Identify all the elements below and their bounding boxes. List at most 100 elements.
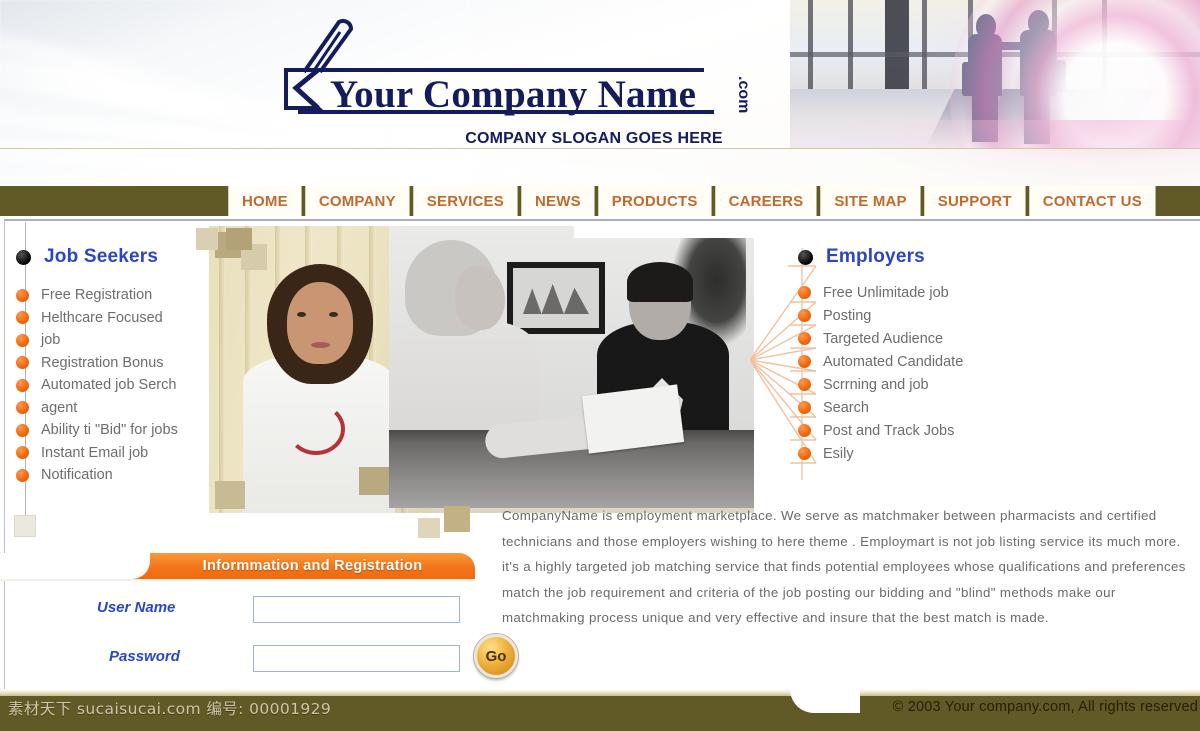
nav-item-company[interactable]: COMPANY bbox=[304, 186, 410, 216]
photo-white-gap bbox=[574, 226, 754, 238]
list-item[interactable]: Registration Bonus bbox=[16, 352, 216, 375]
nav-item-products[interactable]: PRODUCTS bbox=[597, 186, 712, 216]
bullet-orange-icon bbox=[798, 424, 811, 437]
pink-ring-graphic bbox=[950, 0, 1200, 148]
list-item[interactable]: Ability ti "Bid" for jobs bbox=[16, 419, 216, 442]
nav-item-list: HOME COMPANY SERVICES NEWS PRODUCTS CARE… bbox=[228, 186, 1159, 216]
username-label: User Name bbox=[97, 599, 176, 616]
logo-pen-icon bbox=[302, 18, 354, 74]
stethoscope-icon bbox=[287, 403, 345, 455]
stock-watermark: 素材天下 sucaisucai.com 编号: 00001929 bbox=[8, 700, 332, 718]
list-item-label: Search bbox=[823, 399, 869, 416]
left-spine-endcap bbox=[14, 515, 36, 537]
employers-heading: Employers bbox=[798, 246, 1128, 268]
list-item[interactable]: Automated job Serch bbox=[16, 374, 216, 397]
nav-item-news[interactable]: NEWS bbox=[520, 186, 595, 216]
employers-title: Employers bbox=[826, 246, 925, 267]
bullet-black-icon bbox=[798, 249, 813, 265]
bullet-orange-icon bbox=[16, 446, 29, 460]
job-seekers-title: Job Seekers bbox=[44, 246, 159, 267]
window-mullion-icon bbox=[848, 0, 853, 95]
decor-square bbox=[226, 228, 252, 250]
header-divider bbox=[0, 148, 1200, 149]
office-interview-photo bbox=[389, 226, 754, 508]
site-logo[interactable]: Your Company Name .com COMPANY SLOGAN GO… bbox=[284, 14, 804, 147]
nav-item-contact-us[interactable]: CONTACT US bbox=[1028, 186, 1156, 216]
list-item-label: Instant Email job bbox=[41, 444, 149, 461]
list-item[interactable]: Esily bbox=[798, 442, 1128, 465]
footer-corner-notch bbox=[790, 689, 860, 713]
intro-paragraph: CompanyName is employment marketplace. W… bbox=[502, 508, 1186, 626]
list-item[interactable]: Automated Candidate bbox=[798, 350, 1128, 373]
list-item-label: Notification bbox=[41, 467, 113, 484]
password-label: Password bbox=[109, 648, 180, 665]
registration-panel-title: Informmation and Registration bbox=[202, 558, 423, 574]
go-button[interactable]: Go bbox=[474, 634, 518, 678]
username-input[interactable] bbox=[253, 596, 460, 623]
bullet-orange-icon bbox=[16, 356, 29, 370]
list-item-label: Targeted Audience bbox=[823, 330, 944, 347]
bullet-orange-icon bbox=[798, 378, 811, 391]
bullet-orange-icon bbox=[798, 332, 811, 345]
list-item[interactable]: job bbox=[16, 329, 216, 352]
list-item-label: Posting bbox=[823, 307, 872, 324]
list-item-label: Automated Candidate bbox=[823, 353, 964, 370]
employers-section: Employers Free Unlimitade job Posting Ta… bbox=[798, 246, 1128, 465]
list-item-label: Ability ti "Bid" for jobs bbox=[41, 422, 178, 439]
window-mullion-icon bbox=[808, 0, 813, 95]
paper-document-icon bbox=[581, 384, 685, 454]
bullet-orange-icon bbox=[16, 333, 29, 347]
list-item-label: Registration Bonus bbox=[41, 354, 164, 371]
list-item[interactable]: Helthcare Focused bbox=[16, 307, 216, 330]
bullet-orange-icon bbox=[798, 355, 811, 368]
nav-item-home[interactable]: HOME bbox=[228, 186, 302, 216]
list-item[interactable]: Targeted Audience bbox=[798, 327, 1128, 350]
decor-square bbox=[196, 228, 218, 250]
list-item[interactable]: Free Registration bbox=[16, 284, 216, 307]
registration-panel-notch bbox=[0, 553, 150, 579]
site-header: Your Company Name .com COMPANY SLOGAN GO… bbox=[0, 0, 1200, 186]
list-item[interactable]: Post and Track Jobs bbox=[798, 419, 1128, 442]
framed-artwork bbox=[507, 262, 605, 334]
list-item-label: agent bbox=[41, 399, 78, 416]
list-item[interactable]: agent bbox=[16, 397, 216, 420]
page-root: Your Company Name .com COMPANY SLOGAN GO… bbox=[0, 0, 1200, 731]
bullet-orange-icon bbox=[16, 288, 29, 302]
main-navigation: HOME COMPANY SERVICES NEWS PRODUCTS CARE… bbox=[0, 186, 1200, 216]
decor-square bbox=[359, 467, 389, 495]
doctor-eye bbox=[329, 312, 338, 317]
password-input[interactable] bbox=[253, 645, 460, 672]
registration-panel-underline bbox=[0, 579, 475, 581]
list-item-label: Esily bbox=[823, 445, 854, 462]
doctor-eye bbox=[297, 312, 306, 317]
doctor-mouth bbox=[311, 342, 330, 348]
decor-square bbox=[444, 506, 470, 532]
bullet-orange-icon bbox=[798, 401, 811, 414]
footer-highlight-line bbox=[0, 689, 1200, 696]
nav-item-site-map[interactable]: SITE MAP bbox=[820, 186, 921, 216]
main-feature-photo bbox=[209, 226, 754, 513]
list-item-label: Post and Track Jobs bbox=[823, 422, 955, 439]
list-item-label: Free Registration bbox=[41, 287, 153, 304]
list-item-label: Helthcare Focused bbox=[41, 309, 163, 326]
list-item[interactable]: Free Unlimitade job bbox=[798, 281, 1128, 304]
nav-item-careers[interactable]: CAREERS bbox=[714, 186, 818, 216]
bullet-orange-icon bbox=[16, 401, 29, 415]
list-item-label: Scrrning and job bbox=[823, 376, 929, 393]
job-seekers-section: Job Seekers Free Registration Helthcare … bbox=[16, 246, 216, 487]
list-item[interactable]: Instant Email job bbox=[16, 442, 216, 465]
logo-dotcom: .com bbox=[735, 76, 752, 114]
list-item[interactable]: Posting bbox=[798, 304, 1128, 327]
list-item[interactable]: Scrrning and job bbox=[798, 373, 1128, 396]
list-item[interactable]: Notification bbox=[16, 464, 216, 487]
bullet-orange-icon bbox=[798, 447, 811, 460]
bullet-orange-icon bbox=[16, 378, 29, 392]
bullet-orange-icon bbox=[798, 309, 811, 322]
list-item[interactable]: Search bbox=[798, 396, 1128, 419]
bullet-orange-icon bbox=[16, 311, 29, 325]
nav-item-support[interactable]: SUPPORT bbox=[923, 186, 1026, 216]
decor-square bbox=[418, 518, 440, 538]
list-item-label: job bbox=[41, 332, 61, 349]
man-hair bbox=[627, 262, 693, 302]
nav-item-services[interactable]: SERVICES bbox=[412, 186, 518, 216]
